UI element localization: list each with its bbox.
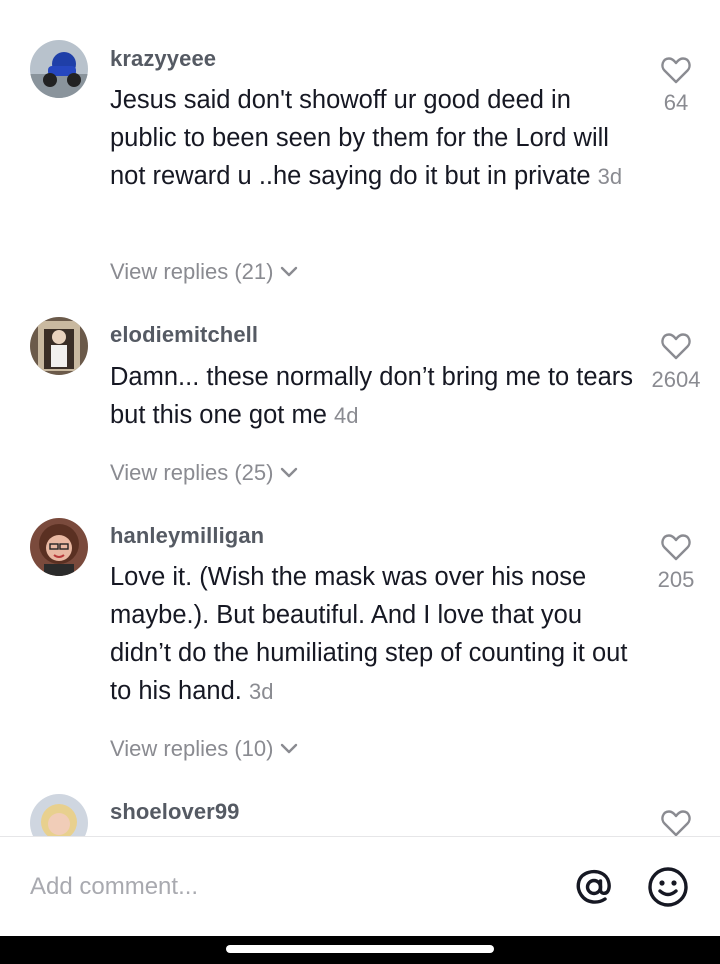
comment-text: Damn... these normally don’t bring me to… [110, 358, 640, 435]
heart-icon[interactable] [660, 331, 692, 361]
like-count: 205 [657, 567, 695, 592]
comment-username[interactable]: elodiemitchell [110, 322, 258, 348]
view-replies-button[interactable]: View replies (21) [110, 259, 299, 285]
avatar[interactable] [30, 317, 88, 375]
chevron-down-icon [281, 266, 298, 277]
like-count: 2604 [651, 367, 701, 392]
view-replies-button[interactable]: View replies (10) [110, 736, 299, 762]
comment-username[interactable]: shoelover99 [110, 799, 240, 825]
heart-icon[interactable] [660, 808, 692, 836]
comment-username[interactable]: krazyyeee [110, 46, 216, 72]
smiley-face-icon[interactable] [646, 865, 690, 909]
comment-body: Love it. (Wish the mask was over his nos… [110, 563, 628, 705]
comment-timestamp: 3d [248, 679, 274, 704]
comment-body: Damn... these normally don’t bring me to… [110, 363, 633, 429]
comments-screen: krazyyeee Jesus said don't showoff ur go… [0, 0, 720, 964]
comment-body: Jesus said don't showoff ur good deed in… [110, 86, 609, 190]
view-replies-label: View replies (10) [110, 736, 274, 761]
comment-username[interactable]: hanleymilligan [110, 523, 264, 549]
comment-text: Love it. (Wish the mask was over his nos… [110, 558, 640, 711]
comment-text: Jesus said don't showoff ur good deed in… [110, 81, 640, 196]
view-replies-label: View replies (21) [110, 259, 274, 284]
at-sign-icon[interactable] [572, 865, 616, 909]
view-replies-label: View replies (25) [110, 460, 274, 485]
comment-composer: Add comment... [0, 836, 720, 936]
system-navigation-bar [0, 936, 720, 964]
comment-timestamp: 4d [333, 403, 359, 428]
heart-icon[interactable] [660, 532, 692, 562]
comment-list[interactable]: krazyyeee Jesus said don't showoff ur go… [0, 0, 720, 836]
comment-timestamp: 3d [597, 164, 623, 189]
like-count: 64 [663, 90, 689, 115]
add-comment-input[interactable]: Add comment... [30, 873, 198, 901]
avatar[interactable] [30, 40, 88, 98]
avatar[interactable] [30, 794, 88, 836]
home-indicator[interactable] [226, 945, 494, 953]
chevron-down-icon [281, 467, 298, 478]
chevron-down-icon [281, 743, 298, 754]
view-replies-button[interactable]: View replies (25) [110, 460, 299, 486]
heart-icon[interactable] [660, 55, 692, 85]
avatar[interactable] [30, 518, 88, 576]
